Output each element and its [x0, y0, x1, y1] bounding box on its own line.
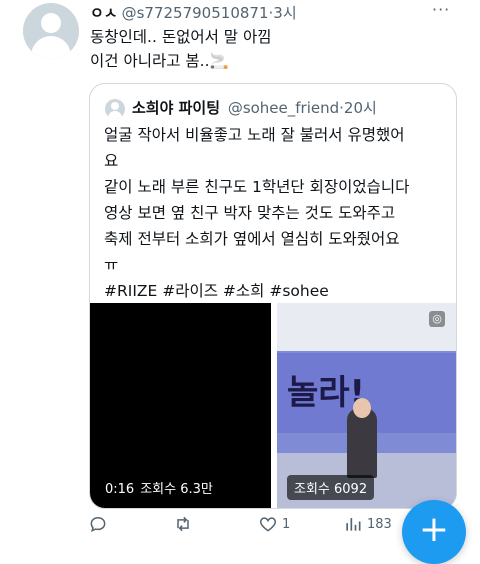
author-avatar[interactable] [23, 3, 79, 59]
quoted-text-line: 축제 전부터 소희가 옆에서 열심히 도와줬어요 [104, 230, 400, 248]
plus-icon: + [418, 509, 450, 550]
retweet-button[interactable] [173, 514, 193, 534]
post-time[interactable]: 3시 [273, 4, 296, 22]
quoted-text-line: 얼굴 작아서 비율좋고 노래 잘 불러서 유명했어 [104, 126, 405, 144]
video-left[interactable]: 0:16 조회수 6.3만 [90, 303, 271, 508]
retweet-icon [177, 516, 189, 532]
author-name[interactable]: ㅇㅅ [90, 4, 118, 22]
views-button[interactable]: 183 [343, 514, 392, 534]
video-duration: 0:16 [105, 482, 135, 497]
avatar-head-shape [111, 102, 119, 110]
video-right[interactable]: 놀라! ◎ 조회수 6092 [277, 303, 456, 508]
avatar-body-shape [108, 111, 122, 119]
quoted-text-line: 같이 노래 부른 친구도 1학년단 회장이었습니다 [104, 178, 410, 196]
quoted-text-line: 요 [104, 152, 119, 170]
quoted-author-name[interactable]: 소희야 파이팅 [132, 99, 220, 117]
author-handle[interactable]: @s7725790510871 [122, 4, 269, 22]
avatar-head-shape [41, 13, 61, 33]
video-left-views: 조회수 6.3만 [140, 482, 213, 497]
quoted-text-line: ㅠ [104, 256, 119, 274]
quoted-post-time[interactable]: 20시 [344, 99, 377, 117]
action-bar: 1 183 [88, 514, 418, 538]
views-count: 183 [367, 516, 392, 532]
avatar-body-shape [31, 36, 71, 59]
video-left-overlay: 0:16 조회수 6.3만 [98, 475, 220, 500]
quoted-post-card[interactable]: 소희야 파이팅 @sohee_friend·20시 얼굴 작아서 비율좋고 노래… [89, 83, 457, 509]
post-header: ㅇㅅ @s7725790510871·3시 [90, 2, 297, 23]
scene-face-shape [353, 398, 371, 418]
quoted-post-text: 얼굴 작아서 비율좋고 노래 잘 불러서 유명했어 요 같이 노래 부른 친구도… [104, 122, 444, 304]
views-icon [346, 518, 361, 531]
video-right-overlay: 조회수 6092 [287, 475, 375, 500]
post-text-line: 동창인데.. 돈없어서 말 아낌 [90, 28, 272, 46]
compose-button[interactable]: + [402, 500, 466, 564]
quoted-author-handle[interactable]: @sohee_friend [228, 99, 339, 117]
quoted-post-header: 소희야 파이팅 @sohee_friend·20시 [132, 97, 377, 118]
scene-person-shape [347, 408, 377, 478]
scene-tent-shape [277, 303, 456, 351]
reply-button[interactable] [88, 514, 108, 534]
reply-icon [90, 516, 106, 533]
like-count: 1 [282, 516, 291, 532]
quoted-author-avatar[interactable] [105, 99, 125, 119]
heart-icon [259, 517, 277, 532]
more-options-icon[interactable]: ··· [432, 0, 450, 19]
post-text-line: 이건 아니라고 봄..🚬 [90, 52, 229, 70]
post-text: 동창인데.. 돈없어서 말 아낌 이건 아니라고 봄..🚬 [90, 25, 460, 73]
quoted-text-line: 영상 보면 옆 친구 박자 맞추는 것도 도와주고 [104, 204, 396, 222]
hashtags[interactable]: #RIIZE #라이즈 #소희 #sohee [104, 278, 444, 304]
video-right-views: 조회수 6092 [294, 482, 368, 497]
like-button[interactable]: 1 [258, 514, 290, 534]
media-settings-icon[interactable]: ◎ [429, 311, 445, 327]
